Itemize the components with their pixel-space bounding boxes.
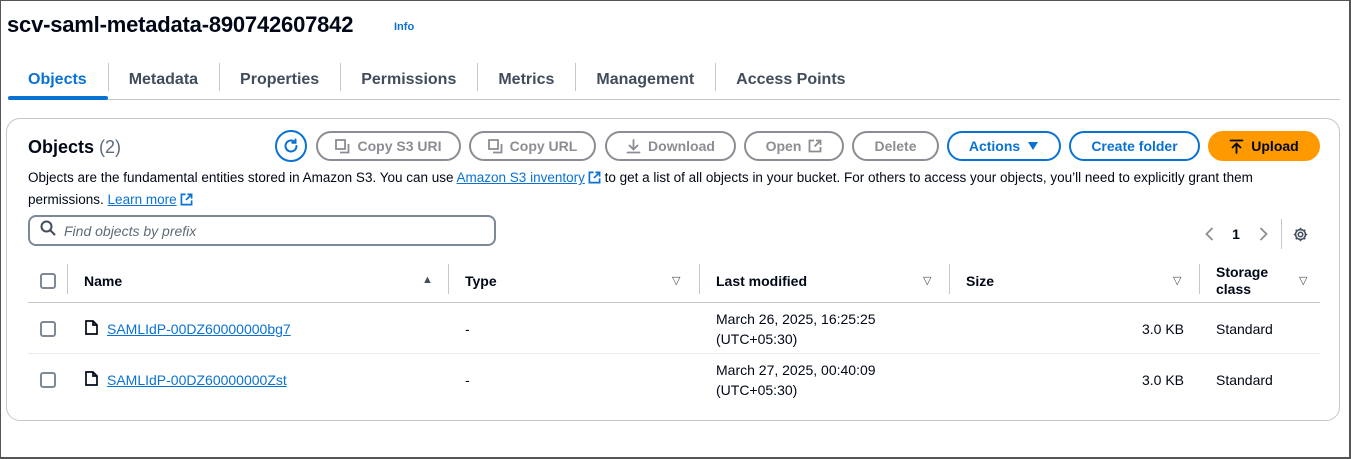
actions-label: Actions bbox=[968, 138, 1021, 154]
last-modified-cell: March 26, 2025, 16:25:25 (UTC+05:30) bbox=[716, 303, 876, 354]
column-header-name[interactable]: Name bbox=[68, 258, 449, 303]
info-link[interactable]: Info bbox=[394, 21, 414, 33]
s3-inventory-link[interactable]: Amazon S3 inventory bbox=[457, 170, 585, 185]
object-name-link[interactable]: SAMLIdP-00DZ60000000Zst bbox=[107, 372, 287, 388]
tab-objects[interactable]: Objects bbox=[8, 62, 108, 100]
actions-button[interactable]: Actions bbox=[947, 131, 1061, 161]
delete-button[interactable]: Delete bbox=[852, 131, 939, 161]
table-header: Name ▲ Type ▽ Last modified ▽ Size ▽ Sto… bbox=[28, 258, 1320, 303]
download-label: Download bbox=[648, 138, 715, 154]
sort-icon[interactable]: ▽ bbox=[1173, 274, 1181, 287]
type-header-label: Type bbox=[465, 272, 497, 289]
modified-timezone: (UTC+05:30) bbox=[716, 381, 798, 398]
external-link-icon bbox=[180, 192, 193, 212]
name-cell: SAMLIdP-00DZ60000000Zst bbox=[85, 354, 287, 405]
modified-timezone: (UTC+05:30) bbox=[716, 330, 798, 347]
caret-down-icon bbox=[1027, 141, 1039, 151]
external-link-icon bbox=[588, 170, 601, 190]
pagination: 1 bbox=[1197, 219, 1309, 249]
row-select-cell bbox=[40, 354, 56, 405]
external-link-icon bbox=[808, 139, 822, 153]
storage-class-cell: Standard bbox=[1216, 371, 1273, 388]
page-title: scv-saml-metadata-890742607842 bbox=[7, 12, 354, 37]
row-checkbox[interactable] bbox=[40, 320, 56, 337]
objects-heading: Objects (2) bbox=[28, 137, 121, 158]
objects-description: Objects are the fundamental entities sto… bbox=[28, 168, 1318, 212]
storage-class-header-line2: class bbox=[1216, 280, 1252, 297]
current-page[interactable]: 1 bbox=[1221, 226, 1251, 242]
pager-divider bbox=[1281, 219, 1282, 249]
sort-ascending-icon[interactable]: ▲ bbox=[422, 274, 433, 286]
tab-metadata[interactable]: Metadata bbox=[107, 62, 219, 98]
tab-metrics[interactable]: Metrics bbox=[477, 62, 575, 98]
sort-icon[interactable]: ▽ bbox=[672, 274, 680, 287]
select-all-cell bbox=[28, 258, 68, 303]
size-cell: 3.0 KB bbox=[1141, 320, 1184, 337]
column-header-last-modified[interactable]: Last modified bbox=[700, 258, 950, 303]
previous-page-icon[interactable] bbox=[1197, 227, 1221, 241]
objects-table: Name ▲ Type ▽ Last modified ▽ Size ▽ Sto… bbox=[28, 258, 1320, 405]
file-icon bbox=[85, 319, 98, 338]
storage-class-cell: Standard bbox=[1216, 320, 1273, 337]
column-header-size[interactable]: Size bbox=[950, 258, 1200, 303]
size-header-label: Size bbox=[966, 272, 995, 289]
copy-url-button[interactable]: Copy URL bbox=[469, 131, 596, 161]
tab-bar: Objects Metadata Properties Permissions … bbox=[8, 62, 1340, 100]
copy-s3-uri-button[interactable]: Copy S3 URI bbox=[316, 131, 461, 161]
open-label: Open bbox=[765, 138, 802, 154]
name-header-label: Name bbox=[84, 272, 123, 289]
open-button[interactable]: Open bbox=[744, 131, 844, 161]
copy-icon bbox=[487, 138, 503, 154]
delete-label: Delete bbox=[874, 138, 917, 154]
refresh-button[interactable] bbox=[275, 130, 307, 162]
modified-date: March 27, 2025, 00:40:09 bbox=[716, 361, 876, 378]
table-row[interactable]: SAMLIdP-00DZ60000000Zst - March 27, 2025… bbox=[28, 354, 1320, 405]
objects-heading-label: Objects bbox=[28, 137, 95, 157]
learn-more-link[interactable]: Learn more bbox=[108, 192, 177, 207]
next-page-icon[interactable] bbox=[1251, 227, 1275, 241]
upload-icon bbox=[1229, 139, 1244, 154]
last-modified-header-label: Last modified bbox=[716, 272, 808, 289]
modified-date: March 26, 2025, 16:25:25 bbox=[716, 310, 876, 327]
copy-url-label: Copy URL bbox=[509, 138, 578, 154]
create-folder-button[interactable]: Create folder bbox=[1069, 131, 1200, 161]
file-icon bbox=[85, 370, 98, 389]
tab-permissions[interactable]: Permissions bbox=[340, 62, 477, 98]
tab-access-points[interactable]: Access Points bbox=[715, 62, 866, 98]
search-input[interactable] bbox=[64, 222, 464, 239]
type-cell: - bbox=[465, 320, 470, 337]
name-cell: SAMLIdP-00DZ60000000bg7 bbox=[85, 303, 291, 354]
last-modified-cell: March 27, 2025, 00:40:09 (UTC+05:30) bbox=[716, 354, 876, 405]
search-icon bbox=[40, 220, 56, 241]
download-button[interactable]: Download bbox=[605, 131, 736, 161]
upload-label: Upload bbox=[1251, 138, 1299, 154]
copy-s3-uri-label: Copy S3 URI bbox=[357, 138, 442, 154]
object-name-link[interactable]: SAMLIdP-00DZ60000000bg7 bbox=[107, 321, 291, 337]
select-all-checkbox[interactable] bbox=[40, 272, 56, 289]
type-cell: - bbox=[465, 371, 470, 388]
settings-gear-icon[interactable] bbox=[1292, 226, 1309, 243]
tab-properties[interactable]: Properties bbox=[219, 62, 340, 98]
objects-count: (2) bbox=[99, 137, 122, 157]
size-cell: 3.0 KB bbox=[1141, 371, 1184, 388]
sort-icon[interactable]: ▽ bbox=[1299, 274, 1307, 287]
storage-class-header-line1: Storage bbox=[1216, 263, 1269, 280]
row-checkbox[interactable] bbox=[40, 371, 56, 388]
sort-icon[interactable]: ▽ bbox=[923, 274, 931, 287]
table-row[interactable]: SAMLIdP-00DZ60000000bg7 - March 26, 2025… bbox=[28, 303, 1320, 354]
copy-icon bbox=[335, 138, 350, 154]
tab-management[interactable]: Management bbox=[575, 62, 715, 98]
download-icon bbox=[626, 138, 641, 154]
description-text-1: Objects are the fundamental entities sto… bbox=[28, 170, 457, 185]
create-folder-label: Create folder bbox=[1091, 138, 1178, 154]
objects-panel: Objects (2) Copy S3 URI Copy URL Downloa… bbox=[6, 118, 1340, 421]
column-header-type[interactable]: Type bbox=[449, 258, 700, 303]
refresh-icon bbox=[282, 137, 300, 155]
row-select-cell bbox=[40, 303, 56, 354]
upload-button[interactable]: Upload bbox=[1208, 131, 1320, 161]
search-box[interactable] bbox=[28, 215, 496, 246]
